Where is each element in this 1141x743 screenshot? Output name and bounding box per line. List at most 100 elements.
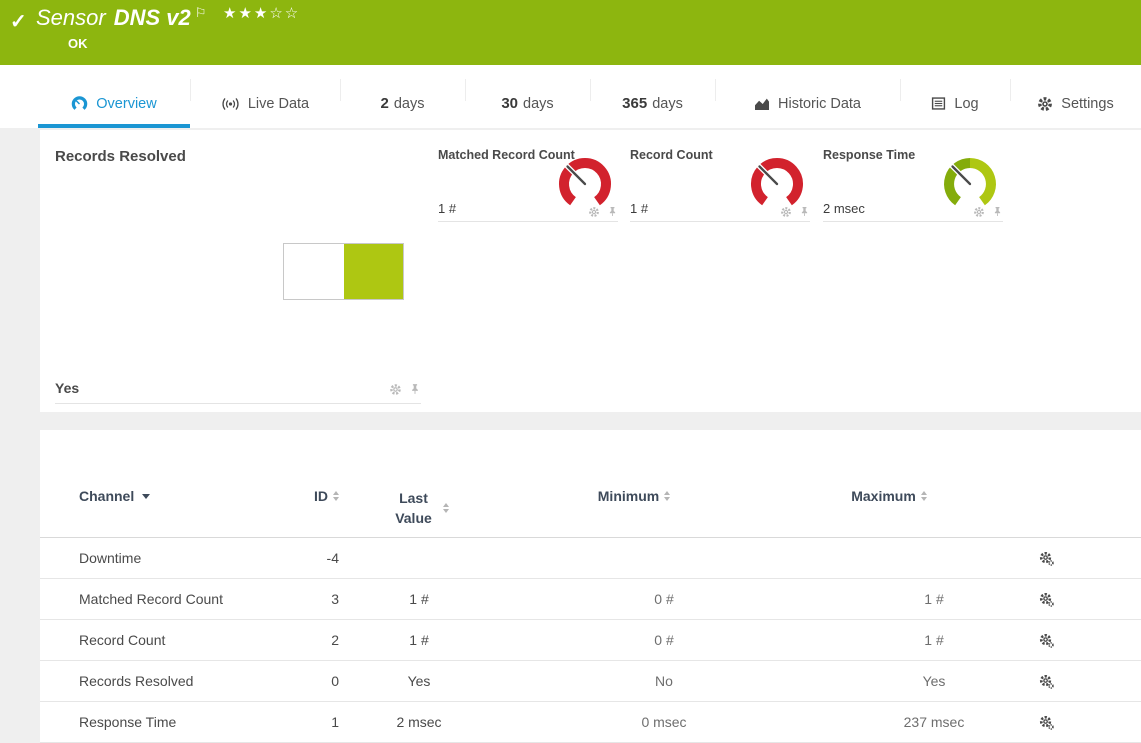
status-badge: OK: [68, 36, 88, 51]
records-resolved-title: Records Resolved: [55, 148, 186, 165]
cell-channel: Record Count: [79, 632, 279, 648]
cell-last-value: 1 #: [339, 591, 499, 607]
channel-settings-button[interactable]: [1039, 715, 1141, 730]
table-row[interactable]: Response Time12 msec0 msec237 msec: [40, 702, 1141, 743]
column-label: Maximum: [851, 488, 916, 504]
cell-last-value: 2 msec: [339, 714, 499, 730]
cell-channel: Records Resolved: [79, 673, 279, 689]
tab-label: Live Data: [248, 96, 309, 112]
cell-channel: Matched Record Count: [79, 591, 279, 607]
channel-settings-button[interactable]: [1039, 551, 1141, 566]
channel-gear-icon: [1039, 633, 1054, 648]
gauge-value: 1 #: [630, 201, 648, 216]
cell-maximum: 1 #: [829, 591, 1039, 607]
gear-icon[interactable]: [973, 206, 985, 218]
chart-icon: [754, 96, 770, 111]
gear-icon[interactable]: [588, 206, 600, 218]
column-header-channel[interactable]: Channel: [79, 488, 279, 504]
tab-live-data[interactable]: Live Data: [190, 65, 340, 128]
records-resolved-footer: Yes: [55, 380, 421, 404]
cell-maximum: 237 msec: [829, 714, 1039, 730]
tab-label: days: [652, 96, 683, 112]
priority-stars[interactable]: ★★★☆☆: [223, 4, 300, 22]
gauge-panel-response-time: Response Time 2 msec: [823, 148, 1003, 222]
cell-minimum: No: [499, 673, 829, 689]
gear-icon[interactable]: [389, 383, 402, 396]
gauge-icon: [71, 95, 88, 112]
cell-last-value: 1 #: [339, 632, 499, 648]
tab-historic-data[interactable]: Historic Data: [715, 65, 900, 128]
column-label: ID: [314, 488, 328, 504]
table-row[interactable]: Record Count21 #0 #1 #: [40, 620, 1141, 661]
channel-table-body: Downtime-4Matched Record Count31 #0 #1 #…: [40, 538, 1141, 743]
flag-icon[interactable]: ⚐: [195, 5, 207, 20]
sort-icon: [921, 491, 927, 501]
table-row[interactable]: Downtime-4: [40, 538, 1141, 579]
gauge-value: 2 msec: [823, 201, 865, 216]
table-row[interactable]: Matched Record Count31 #0 #1 #: [40, 579, 1141, 620]
tab-30-days[interactable]: 30 days: [465, 65, 590, 128]
table-header-row: Channel ID Last Value Minimum Maximum: [40, 430, 1141, 538]
tab-365-days[interactable]: 365 days: [590, 65, 715, 128]
cell-minimum: 0 #: [499, 632, 829, 648]
gear-icon: [1037, 96, 1053, 112]
sensor-page: ✓ SensorDNS v2⚐ ★★★☆☆ OK Overview Live D…: [0, 0, 1141, 743]
table-row[interactable]: Records Resolved0YesNoYes: [40, 661, 1141, 702]
cell-id: 1: [279, 714, 339, 730]
pin-icon[interactable]: [799, 205, 810, 218]
cell-minimum: 0 #: [499, 591, 829, 607]
channel-settings-button[interactable]: [1039, 674, 1141, 689]
tab-label: Settings: [1061, 96, 1113, 112]
tab-label: days: [523, 96, 554, 112]
tab-number: 30: [501, 95, 518, 112]
records-resolved-chart: [283, 243, 404, 300]
column-label: Channel: [79, 488, 134, 504]
records-resolved-value: Yes: [55, 380, 79, 396]
cell-channel: Downtime: [79, 550, 279, 566]
channel-gear-icon: [1039, 551, 1054, 566]
column-header-minimum[interactable]: Minimum: [469, 488, 799, 504]
gear-icon[interactable]: [780, 206, 792, 218]
channel-settings-button[interactable]: [1039, 592, 1141, 607]
column-header-id[interactable]: ID: [279, 488, 339, 504]
gauge-panel-matched-record-count: Matched Record Count 1 #: [438, 148, 618, 222]
cell-id: 0: [279, 673, 339, 689]
gauge-panel-record-count: Record Count 1 #: [630, 148, 810, 222]
column-label: Minimum: [598, 488, 659, 504]
tab-settings[interactable]: Settings: [1010, 65, 1141, 128]
tab-label: days: [394, 96, 425, 112]
cell-minimum: 0 msec: [499, 714, 829, 730]
column-header-maximum[interactable]: Maximum: [784, 488, 994, 504]
column-label: Last Value: [390, 488, 438, 528]
tab-bar: Overview Live Data 2 days 30 days 365 da…: [0, 65, 1141, 128]
log-icon: [931, 96, 946, 111]
cell-id: -4: [279, 550, 339, 566]
tab-log[interactable]: Log: [900, 65, 1010, 128]
tab-2-days[interactable]: 2 days: [340, 65, 465, 128]
cell-last-value: Yes: [339, 673, 499, 689]
sort-icon: [664, 491, 670, 501]
gauge-value: 1 #: [438, 201, 456, 216]
pin-icon[interactable]: [607, 205, 618, 218]
title-prefix: Sensor: [36, 5, 106, 30]
channel-table-panel: Channel ID Last Value Minimum Maximum Do…: [40, 430, 1141, 743]
channel-gear-icon: [1039, 715, 1054, 730]
pin-icon[interactable]: [992, 205, 1003, 218]
tab-number: 2: [381, 95, 389, 112]
cell-id: 2: [279, 632, 339, 648]
tab-label: Historic Data: [778, 96, 861, 112]
dropdown-caret-icon: [142, 494, 150, 499]
channel-gear-icon: [1039, 674, 1054, 689]
tab-overview[interactable]: Overview: [38, 65, 190, 128]
channel-settings-button[interactable]: [1039, 633, 1141, 648]
tab-number: 365: [622, 95, 647, 112]
channel-gear-icon: [1039, 592, 1054, 607]
sort-icon: [443, 503, 449, 513]
cell-maximum: Yes: [829, 673, 1039, 689]
tab-label: Log: [954, 96, 978, 112]
pin-icon[interactable]: [409, 382, 421, 396]
overview-panel: Records Resolved Yes Matched Record Coun…: [40, 130, 1141, 412]
sensor-name: DNS v2: [114, 5, 191, 30]
page-title: Sensor DNS v2 ⚐: [36, 5, 206, 31]
cell-id: 3: [279, 591, 339, 607]
